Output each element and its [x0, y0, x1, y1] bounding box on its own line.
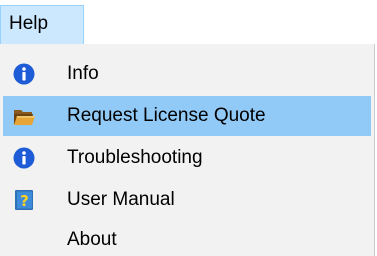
help-menu-label: Help [9, 13, 49, 34]
help-book-icon: ? [13, 189, 35, 211]
menu-bar: Help [0, 0, 377, 44]
info-icon [13, 63, 35, 85]
info-icon [13, 147, 35, 169]
folder-open-icon [13, 105, 35, 127]
menu-item-troubleshooting[interactable]: Troubleshooting [3, 138, 371, 178]
menu-item-info-label: Info [67, 63, 99, 84]
help-menu-button[interactable]: Help [0, 5, 84, 44]
help-dropdown-menu: Info Request License Quote Troubleshooti… [0, 44, 375, 256]
menu-item-troubleshooting-label: Troubleshooting [67, 147, 203, 168]
menu-item-info[interactable]: Info [3, 54, 371, 94]
menu-item-about[interactable]: About [3, 220, 371, 256]
menu-item-request-license-quote-label: Request License Quote [67, 105, 266, 126]
svg-text:?: ? [20, 192, 29, 210]
menu-item-user-manual-label: User Manual [67, 189, 175, 210]
menu-item-user-manual[interactable]: ? User Manual [3, 180, 371, 220]
menu-item-about-label: About [67, 229, 117, 250]
menu-item-request-license-quote[interactable]: Request License Quote [3, 96, 371, 136]
